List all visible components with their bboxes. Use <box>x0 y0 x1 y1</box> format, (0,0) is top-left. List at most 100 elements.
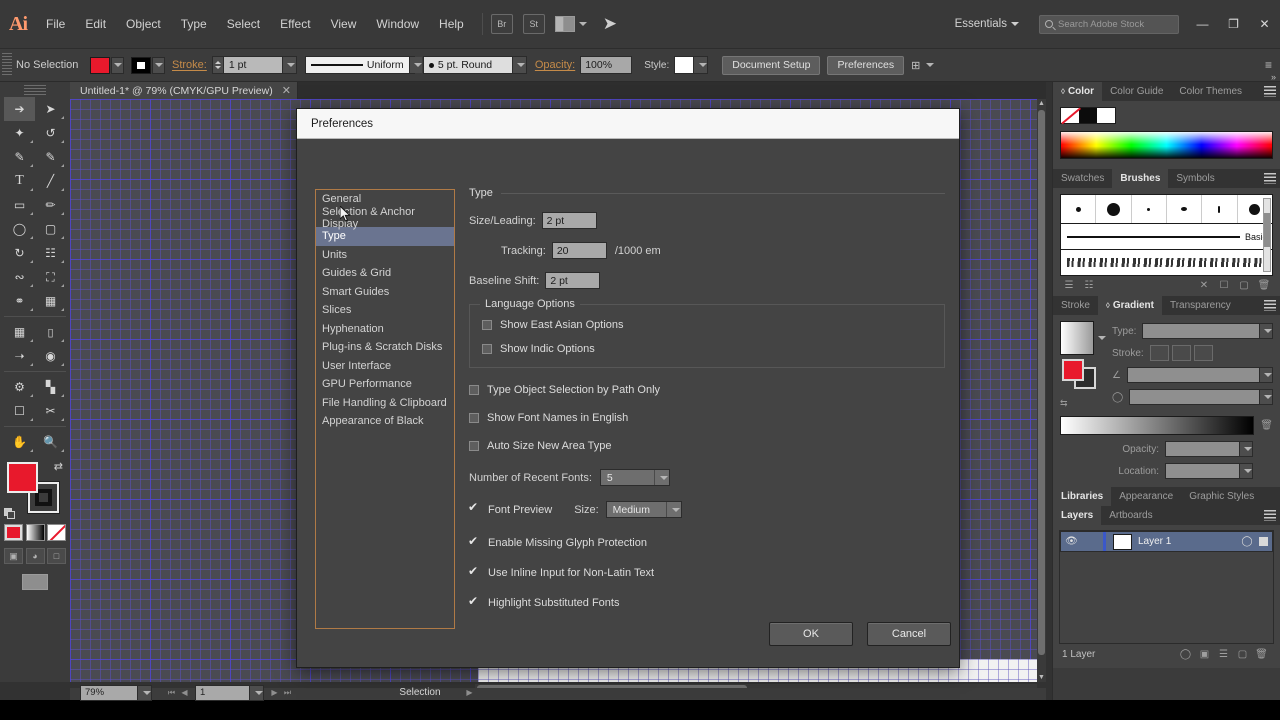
reverse-gradient-icon[interactable]: ⇆ <box>1060 398 1106 409</box>
new-layer-icon[interactable]: ▢ <box>1233 647 1252 662</box>
layer-visibility-icon[interactable]: 👁 <box>1061 532 1082 551</box>
category-gpu-performance[interactable]: GPU Performance <box>316 375 454 394</box>
tab-swatches[interactable]: Swatches <box>1053 169 1113 188</box>
layer-name[interactable]: Layer 1 <box>1138 536 1235 547</box>
slice-tool[interactable]: ✂ <box>35 399 66 423</box>
fill-indicator[interactable] <box>7 462 38 493</box>
chevron-down-icon[interactable] <box>1098 336 1106 340</box>
checkbox-icon[interactable] <box>469 441 479 451</box>
checkbox-use-inline-input-for-non-latin-text[interactable]: Use Inline Input for Non-Latin Text <box>468 564 945 580</box>
ok-button[interactable]: OK <box>769 622 853 646</box>
stroke-weight-control[interactable]: 1 pt <box>211 56 297 74</box>
menu-effect[interactable]: Effect <box>270 0 320 48</box>
checkbox-show-font-names-in-english[interactable]: Show Font Names in English <box>469 412 945 424</box>
gradient-angle-input[interactable] <box>1126 367 1273 383</box>
opacity-input[interactable]: 100% <box>580 56 633 74</box>
tab-color-themes[interactable]: Color Themes <box>1171 82 1251 101</box>
swatch-black-icon[interactable] <box>1079 108 1097 123</box>
checkbox-type-object-selection-by-path-only[interactable]: Type Object Selection by Path Only <box>469 384 945 396</box>
brush-item[interactable] <box>1096 195 1132 223</box>
color-spectrum-ramp[interactable] <box>1060 131 1273 159</box>
stroke-color-swatch[interactable] <box>131 56 151 74</box>
stroke-color-dropdown[interactable] <box>152 56 165 74</box>
shape-builder-tool[interactable]: ⚭ <box>4 289 35 313</box>
stroke-weight-label[interactable]: Stroke: <box>172 59 207 71</box>
draw-inside-button[interactable]: □ <box>47 548 66 564</box>
zoom-control[interactable]: 79% <box>80 684 152 701</box>
draw-behind-button[interactable]: ◕ <box>25 548 45 564</box>
canvas-vertical-scrollbar[interactable]: ▲ ▼ <box>1037 99 1046 682</box>
remove-brush-stroke-icon[interactable]: ✕ <box>1197 279 1211 292</box>
stroke-weight-dropdown[interactable]: 1 pt <box>222 56 297 74</box>
scroll-down-icon[interactable]: ▼ <box>1038 673 1045 682</box>
libraries-panel-icon[interactable]: ☷ <box>1082 279 1096 292</box>
zoom-level-input[interactable]: 79% <box>80 684 138 701</box>
tab-layers[interactable]: Layers <box>1053 506 1102 525</box>
hand-tool[interactable]: ✋ <box>4 430 35 454</box>
checkbox-auto-size-new-area-type[interactable]: Auto Size New Area Type <box>469 440 945 452</box>
first-artboard-icon[interactable]: ⏮ <box>165 685 178 701</box>
menu-help[interactable]: Help <box>429 0 474 48</box>
tab-stroke[interactable]: Stroke <box>1053 296 1098 315</box>
document-setup-button[interactable]: Document Setup <box>722 55 821 75</box>
swap-fill-stroke-icon[interactable]: ⇄ <box>54 460 63 473</box>
recent-fonts-dropdown[interactable]: 5 <box>599 469 670 486</box>
close-icon[interactable]: ✕ <box>282 84 291 97</box>
delete-brush-icon[interactable]: 🗑 <box>1257 279 1271 292</box>
gradient-fill-swatch[interactable] <box>1062 359 1084 381</box>
swatch-white-icon[interactable] <box>1097 108 1115 123</box>
workspace-switcher[interactable]: Essentials <box>949 18 1025 30</box>
magic-wand-tool[interactable]: ✦ <box>4 121 35 145</box>
category-units[interactable]: Units <box>316 246 454 265</box>
tab-artboards[interactable]: Artboards <box>1101 506 1161 525</box>
stock-search-input[interactable]: Search Adobe Stock <box>1039 14 1179 34</box>
gradient-opacity-input[interactable] <box>1165 441 1253 457</box>
delete-gradient-stop-icon[interactable]: 🗑 <box>1260 420 1273 431</box>
line-segment-tool[interactable]: ╱ <box>35 169 66 193</box>
color-fill-button[interactable] <box>4 524 23 541</box>
checkbox-icon[interactable] <box>468 500 480 515</box>
make-clipping-mask-icon[interactable]: ▣ <box>1195 647 1214 662</box>
vertical-scrollbar-thumb[interactable] <box>1038 110 1045 655</box>
artboard-dropdown-icon[interactable] <box>250 684 264 701</box>
paintbrush-tool[interactable]: ✏ <box>35 193 66 217</box>
previous-artboard-icon[interactable]: ◀ <box>178 685 191 701</box>
draw-normal-button[interactable]: ▣ <box>4 548 23 564</box>
rotate-tool[interactable]: ↻ <box>4 241 35 265</box>
brush-item[interactable] <box>1132 195 1167 223</box>
brushes-scrollbar-thumb[interactable] <box>1264 213 1270 247</box>
free-transform-tool[interactable]: ⛶ <box>35 265 66 289</box>
tab-symbols[interactable]: Symbols <box>1168 169 1223 188</box>
cancel-button[interactable]: Cancel <box>867 622 951 646</box>
checkbox-icon[interactable] <box>482 344 492 354</box>
artboard-navigation[interactable]: ⏮ ◀ 1 ▶ ⏭ <box>165 684 294 701</box>
graphic-style-dropdown[interactable] <box>674 56 709 74</box>
next-artboard-icon[interactable]: ▶ <box>268 685 281 701</box>
document-tab[interactable]: Untitled-1* @ 79% (CMYK/GPU Preview) ✕ <box>70 82 298 99</box>
menu-edit[interactable]: Edit <box>75 0 116 48</box>
gradient-location-input[interactable] <box>1165 463 1253 479</box>
zoom-tool[interactable]: 🔍 <box>35 430 66 454</box>
checkbox-show-indic-options[interactable]: Show Indic Options <box>482 343 932 355</box>
stock-button[interactable]: St <box>522 14 545 34</box>
shaper-tool[interactable]: ◯ <box>4 217 35 241</box>
screen-mode-button[interactable] <box>22 574 48 590</box>
brushes-scrollbar[interactable] <box>1263 198 1271 272</box>
stroke-across-icon[interactable] <box>1193 345 1213 361</box>
swatch-none-icon[interactable] <box>1061 108 1079 123</box>
publish-online-icon[interactable]: ➤ <box>603 14 617 34</box>
category-appearance-of-black[interactable]: Appearance of Black <box>316 412 454 431</box>
perspective-grid-tool[interactable]: ▦ <box>35 289 66 313</box>
tracking-input[interactable]: 20 <box>551 242 607 259</box>
preferences-category-list[interactable]: General Selection & Anchor Display Type … <box>315 189 455 629</box>
default-fill-stroke-icon[interactable] <box>4 508 16 520</box>
arrange-documents-button[interactable] <box>554 16 587 32</box>
dialog-title-bar[interactable]: Preferences <box>297 109 959 139</box>
checkbox-highlight-substituted-fonts[interactable]: Highlight Substituted Fonts <box>468 594 945 610</box>
brush-item[interactable] <box>1167 195 1203 223</box>
stroke-along-icon[interactable] <box>1171 345 1191 361</box>
gradient-type-dropdown[interactable] <box>1142 323 1273 339</box>
collapse-panels-icon[interactable]: » <box>1271 72 1276 82</box>
table-row[interactable]: 👁 Layer 1 ◯ <box>1060 531 1273 552</box>
window-minimize-button[interactable]: — <box>1187 11 1218 37</box>
